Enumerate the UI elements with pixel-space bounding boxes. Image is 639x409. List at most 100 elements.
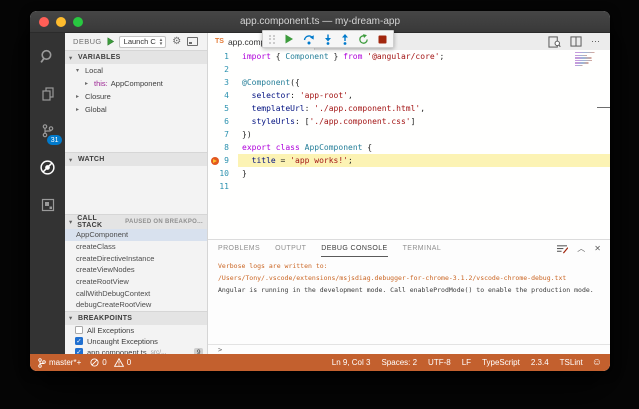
console-line: Verbose logs are written to: [218,262,328,270]
panel-tab-bar: PROBLEMS OUTPUT DEBUG CONSOLE TERMINAL ︿ ✕ [208,240,610,257]
git-branch-status[interactable]: master*+ [38,357,81,368]
variable-row[interactable]: ▾ Local [65,64,207,77]
call-stack-frame[interactable]: debugCreateRootView [65,299,207,311]
problems-status[interactable]: 0 0 [90,358,131,367]
token: }) [242,130,252,139]
line-number[interactable]: 3 [208,76,238,89]
variable-row[interactable]: ▸ Closure [65,90,207,103]
status-item[interactable]: UTF-8 [428,358,451,367]
call-stack-frame[interactable]: AppComponent [65,229,207,241]
status-bar: master*+ 0 0 Ln 9, Col 3 Spaces: 2 UTF-8 LF… [30,354,610,371]
variable-row[interactable]: ▸ Global [65,103,207,116]
toolbar-drag-handle[interactable] [269,34,275,44]
close-window-button[interactable] [39,17,49,27]
more-actions-icon[interactable]: ⋯ [591,36,601,47]
step-out-button[interactable] [341,33,349,45]
activity-debug-icon[interactable] [30,149,65,186]
panel-tab-debug-console[interactable]: DEBUG CONSOLE [321,240,388,257]
code-line[interactable]: 3 @Component({ [208,76,610,89]
call-stack-frame[interactable]: createViewNodes [65,264,207,276]
line-number[interactable]: 2 [208,63,238,76]
code-line[interactable]: 8 export class AppComponent { [208,141,610,154]
code-line[interactable]: 1 import { Component } from '@angular/cor… [208,50,610,63]
line-number[interactable]: 5 [208,102,238,115]
breakpoint-row[interactable]: ✓ app.component.ts src/... 9 [65,347,207,354]
status-item[interactable]: Spaces: 2 [381,358,417,367]
restart-button[interactable] [358,33,369,45]
token: = [275,156,291,165]
status-item[interactable]: LF [462,358,471,367]
line-number[interactable]: 10 [208,167,238,180]
call-stack-frame[interactable]: callWithDebugContext [65,287,207,299]
breakpoint-row[interactable]: All Exceptions [65,325,207,336]
step-into-button[interactable] [324,34,332,45]
code-line[interactable]: 9 title = 'app works!'; [208,154,610,167]
launch-configuration-select[interactable]: Launch C ▲ ▼ [118,35,167,48]
debug-console-toggle-icon[interactable] [187,37,199,46]
token: Component [285,52,329,61]
code-line[interactable]: 10} [208,167,610,180]
call-stack-section-header[interactable]: ▾ CALL STACK PAUSED ON BREAKPO... [65,214,207,229]
code-line[interactable]: 2 [208,63,610,76]
line-number[interactable]: 4 [208,89,238,102]
variable-row[interactable]: ▸ this: AppComponent [65,77,207,90]
close-panel-icon[interactable]: ✕ [594,244,601,253]
token: @Component [242,78,291,87]
breakpoints-section-title: BREAKPOINTS [78,314,133,322]
status-item[interactable]: 2.3.4 [531,358,549,367]
code-line[interactable]: 7}) [208,128,610,141]
breakpoint-checkbox[interactable]: ✓ [75,337,83,346]
panel-tab-output[interactable]: OUTPUT [275,240,306,257]
code-line[interactable]: 6 styleUrls: ['./app.component.css'] [208,115,610,128]
panel-tab-terminal[interactable]: TERMINAL [403,240,442,257]
line-number[interactable]: 7 [208,128,238,141]
breakpoint-current-line-icon[interactable] [211,156,219,165]
activity-search-icon[interactable] [30,38,65,75]
call-stack-frame[interactable]: createClass [65,241,207,253]
watch-section-header[interactable]: ▾ WATCH [65,152,207,166]
feedback-smiley-icon[interactable]: ☺ [592,357,602,368]
line-number[interactable]: 6 [208,115,238,128]
line-number[interactable]: 8 [208,141,238,154]
code-editor[interactable]: 1 import { Component } from '@angular/cor… [208,50,610,239]
breakpoint-row[interactable]: ✓ Uncaught Exceptions [65,336,207,347]
activity-explorer-icon[interactable] [30,75,65,112]
stop-button[interactable] [378,35,387,44]
open-preview-icon[interactable] [548,35,561,48]
zoom-window-button[interactable] [73,17,83,27]
scope-label: Local [85,66,103,75]
clear-console-icon[interactable] [556,244,569,254]
debug-toolbar [262,30,394,48]
step-over-button[interactable] [303,34,315,45]
status-item[interactable]: Ln 9, Col 3 [332,358,371,367]
split-editor-icon[interactable] [570,36,582,47]
line-number[interactable]: 1 [208,50,238,63]
minimap[interactable] [575,52,601,67]
line-number[interactable]: 11 [208,180,238,193]
breakpoint-checkbox[interactable] [75,326,83,335]
line-number[interactable]: 9 [208,154,238,167]
activity-extensions-icon[interactable] [30,186,65,223]
configure-launch-gear-icon[interactable]: ⚙ [172,36,181,47]
variables-section-header[interactable]: ▾ VARIABLES [65,50,207,64]
warnings-icon [113,358,124,367]
code-line[interactable]: 4 selector: 'app-root', [208,89,610,102]
continue-button[interactable] [284,34,294,44]
breakpoints-section-header[interactable]: ▾ BREAKPOINTS [65,310,207,325]
code-line[interactable]: 5 templateUrl: './app.component.html', [208,102,610,115]
call-stack-frame[interactable]: createDirectiveInstance [65,252,207,264]
panel-actions: ︿ ✕ [556,240,610,257]
start-debugging-button[interactable] [106,37,115,46]
panel-tab-problems[interactable]: PROBLEMS [218,240,260,257]
maximize-panel-icon[interactable]: ︿ [577,243,585,254]
call-stack-frame[interactable]: createRootView [65,276,207,288]
token: ({ [290,78,300,87]
minimize-window-button[interactable] [56,17,66,27]
status-bar-right: Ln 9, Col 3 Spaces: 2 UTF-8 LF TypeScript 2.3… [332,358,583,367]
status-item[interactable]: TSLint [560,358,583,367]
activity-source-control-icon[interactable]: 31 [30,112,65,149]
scope-label: Closure [85,92,111,101]
debug-console-input[interactable]: > [208,344,610,354]
code-line[interactable]: 11 [208,180,610,193]
status-item[interactable]: TypeScript [482,358,520,367]
